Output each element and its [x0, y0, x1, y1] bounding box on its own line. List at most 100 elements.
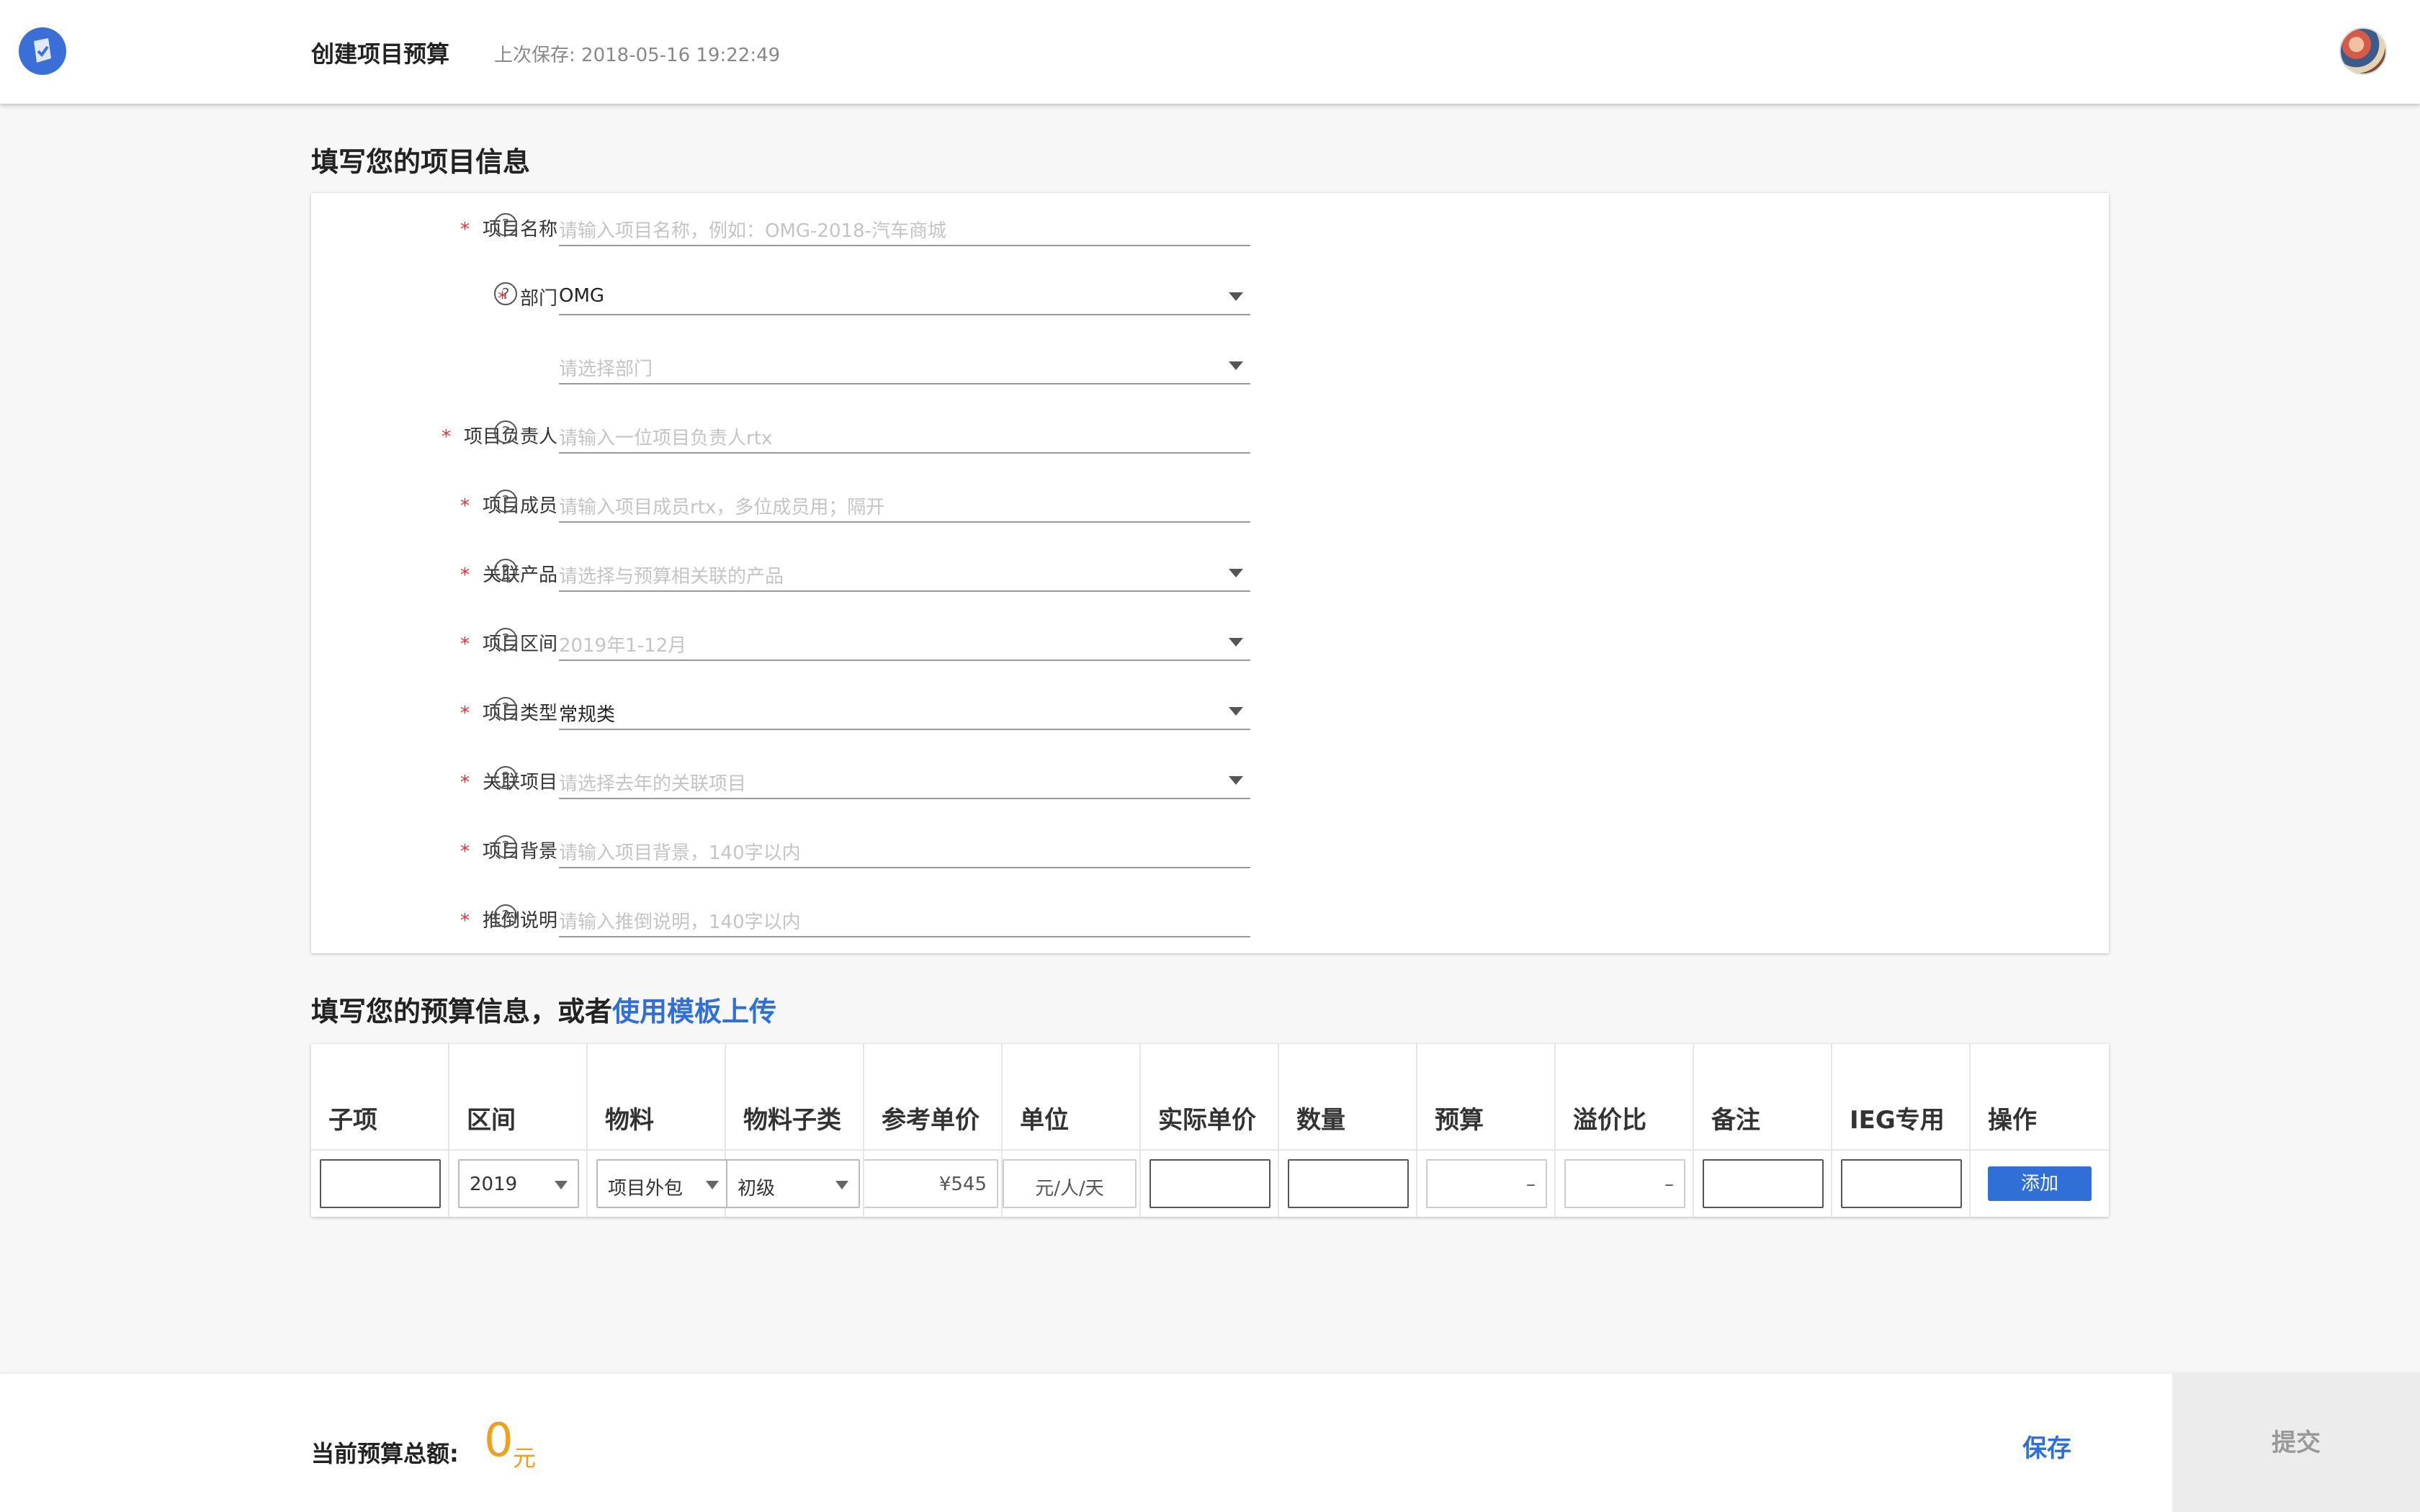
table-cell: [1141, 1149, 1279, 1217]
help-icon[interactable]: ?: [494, 559, 517, 582]
field-select[interactable]: 请选择去年的关联项目: [559, 760, 1250, 799]
budget-section-title: 填写您的预算信息，或者使用模板上传: [311, 989, 776, 1029]
col-header-action: 操作: [1988, 1106, 2037, 1135]
table-cell: 2019: [449, 1149, 588, 1217]
field-placeholder: 请输入一位项目负责人rtx: [559, 428, 773, 449]
field-placeholder: 请输入推倒说明，140字以内: [559, 912, 801, 933]
material-value: 项目外包: [608, 1178, 684, 1200]
actual-price-input[interactable]: [1150, 1159, 1270, 1208]
field-select[interactable]: 请选择部门: [559, 346, 1250, 384]
unit-value: 元/人/天: [1003, 1159, 1137, 1208]
field-input[interactable]: 请输入项目背景，140字以内: [559, 829, 1250, 868]
template-upload-link[interactable]: 使用模板上传: [612, 996, 776, 1027]
period-select[interactable]: 2019: [458, 1159, 579, 1208]
material-select[interactable]: 项目外包: [596, 1159, 730, 1208]
col-header-premium: 溢价比: [1556, 1044, 1694, 1149]
col-header-quantity: 数量: [1279, 1044, 1417, 1149]
field-select[interactable]: OMG: [559, 276, 1250, 315]
user-avatar[interactable]: [2339, 27, 2387, 75]
field-value: 常规类: [559, 704, 616, 726]
material-sub-value: 初级: [738, 1178, 776, 1200]
page-title: 创建项目预算: [311, 40, 450, 68]
help-icon[interactable]: ?: [494, 766, 517, 789]
form-row: * 项目类型? 常规类: [311, 677, 2109, 746]
table-cell: –: [1417, 1149, 1556, 1217]
required-marker: *: [460, 910, 470, 932]
total-label: 当前预算总额:: [311, 1440, 459, 1467]
chevron-down-icon: [1229, 361, 1243, 370]
note-input[interactable]: [1703, 1159, 1824, 1208]
field-value: OMG: [559, 285, 605, 307]
form-row: * 部门? OMG: [311, 262, 2109, 331]
col-header-ref-price: 参考单价: [864, 1044, 1003, 1149]
help-icon[interactable]: ?: [494, 628, 517, 651]
required-marker: *: [460, 841, 470, 863]
field-select[interactable]: 2019年1-12月: [559, 622, 1250, 661]
required-marker: *: [441, 426, 451, 448]
col-header-note: 备注: [1694, 1044, 1832, 1149]
form-row: 请选择部门: [311, 331, 2109, 400]
app-logo-icon[interactable]: [19, 27, 66, 75]
field-input[interactable]: 请输入推倒说明，140字以内: [559, 899, 1250, 937]
help-icon[interactable]: ?: [494, 697, 517, 720]
help-icon[interactable]: ?: [494, 490, 517, 513]
chevron-down-icon: [555, 1181, 568, 1189]
shield-check-icon: [34, 38, 51, 63]
required-marker: *: [460, 495, 470, 517]
table-cell: 元/人/天: [1003, 1149, 1141, 1217]
budget-table: 子项 区间 物料 物料子类 参考单价 单位 实际单价 数量 预算 溢价比 备注 …: [311, 1044, 2109, 1217]
table-cell: [311, 1149, 449, 1217]
subitem-input[interactable]: [320, 1159, 441, 1208]
ieg-input[interactable]: [1841, 1159, 1962, 1208]
field-input[interactable]: 请输入项目名称，例如：OMG-2018-汽车商城: [559, 207, 1250, 246]
required-marker: *: [460, 564, 470, 586]
chevron-down-icon: [1229, 707, 1243, 716]
form-row: * 项目负责人? 请输入一位项目负责人rtx: [311, 400, 2109, 469]
col-header-ieg: IEG专用: [1832, 1044, 1971, 1149]
field-placeholder: 请输入项目成员rtx，多位成员用；隔开: [559, 497, 885, 518]
project-form: * 项目名称? 请输入项目名称，例如：OMG-2018-汽车商城 * 部门? OMG 请选择…: [311, 193, 2109, 953]
material-sub-select[interactable]: 初级: [726, 1159, 860, 1208]
submit-button[interactable]: 提交: [2172, 1374, 2420, 1512]
premium-value: –: [1564, 1159, 1685, 1208]
table-cell: [1694, 1149, 1832, 1217]
col-header-actual-price: 实际单价: [1141, 1044, 1279, 1149]
period-value: 2019: [470, 1174, 518, 1195]
help-icon[interactable]: ?: [494, 904, 517, 927]
last-saved-text: 上次保存: 2018-05-16 19:22:49: [494, 45, 781, 66]
chevron-down-icon: [1229, 638, 1243, 647]
required-marker: *: [460, 219, 470, 240]
quantity-input[interactable]: [1288, 1159, 1409, 1208]
required-marker: *: [460, 634, 470, 655]
form-row: * 关联产品? 请选择与预算相关联的产品: [311, 539, 2109, 608]
table-cell: [1279, 1149, 1417, 1217]
field-placeholder: 2019年1-12月: [559, 635, 687, 657]
ref-price-value: ¥545: [864, 1159, 998, 1208]
chevron-down-icon: [835, 1181, 848, 1189]
project-section-title: 填写您的项目信息: [311, 146, 531, 178]
required-marker: *: [460, 703, 470, 724]
field-placeholder: 请选择与预算相关联的产品: [559, 566, 784, 588]
col-header-material-sub: 物料子类: [726, 1044, 864, 1149]
field-placeholder: 请选择去年的关联项目: [559, 773, 747, 795]
form-row: * 项目背景? 请输入项目背景，140字以内: [311, 815, 2109, 884]
help-icon[interactable]: ?: [494, 282, 517, 305]
help-icon[interactable]: ?: [494, 213, 517, 236]
help-icon[interactable]: ?: [494, 420, 517, 444]
form-row: * 推倒说明? 请输入推倒说明，140字以内: [311, 884, 2109, 953]
required-marker: *: [460, 772, 470, 793]
field-select[interactable]: 请选择与预算相关联的产品: [559, 553, 1250, 592]
help-icon[interactable]: ?: [494, 835, 517, 858]
field-select[interactable]: 常规类: [559, 691, 1250, 730]
budget-title-text: 填写您的预算信息，或者: [311, 996, 613, 1027]
field-input[interactable]: 请输入一位项目负责人rtx: [559, 415, 1250, 454]
add-row-button[interactable]: 添加: [1988, 1166, 2092, 1201]
field-placeholder: 请输入项目名称，例如：OMG-2018-汽车商城: [559, 220, 946, 242]
field-placeholder: 请选择部门: [559, 359, 653, 380]
footer-bar: 当前预算总额: 0 元 保存 提交: [0, 1374, 2420, 1512]
table-cell: [1832, 1149, 1971, 1217]
field-placeholder: 请输入项目背景，140字以内: [559, 842, 801, 864]
save-button[interactable]: 保存: [2022, 1428, 2071, 1464]
field-input[interactable]: 请输入项目成员rtx，多位成员用；隔开: [559, 484, 1250, 523]
table-cell: –: [1556, 1149, 1694, 1217]
